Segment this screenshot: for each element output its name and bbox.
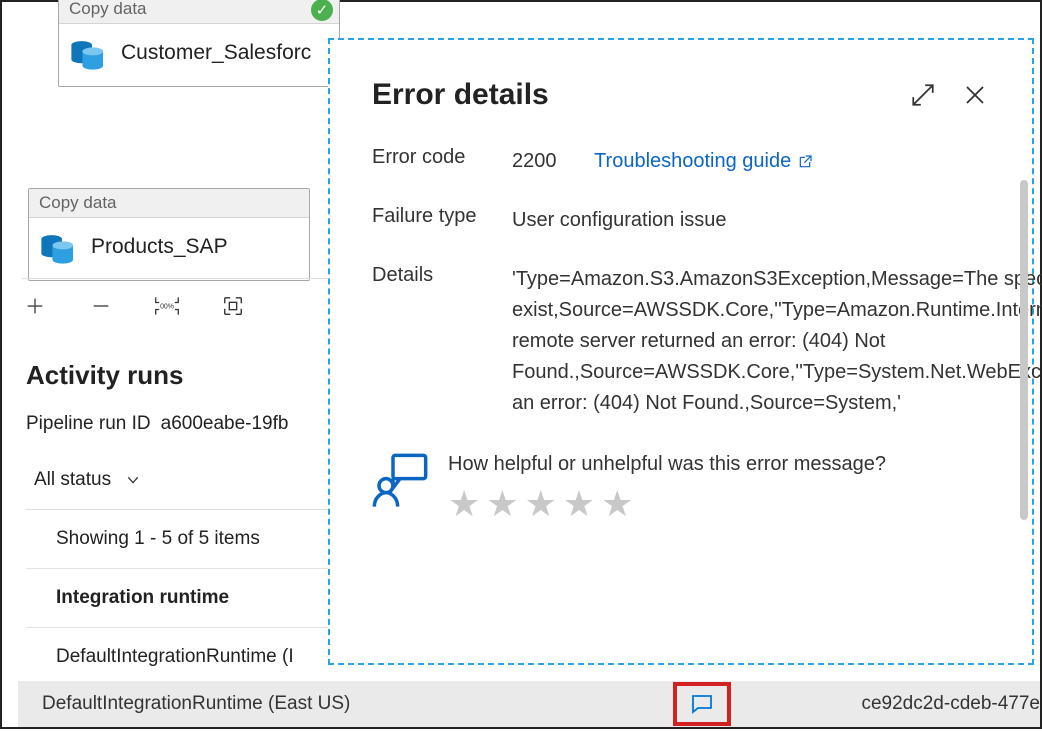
star-rating: ★ ★ ★ ★ ★	[448, 486, 886, 522]
activity-type-label: Copy data	[39, 193, 117, 212]
activity-name: Customer_Salesforc	[121, 41, 311, 65]
database-icon	[39, 228, 77, 266]
failure-type-row: Failure type User configuration issue	[372, 205, 990, 236]
activity-type-label: Copy data	[69, 0, 147, 18]
status-filter-label: All status	[34, 469, 111, 491]
activity-card-customer[interactable]: Copy data ✓ Customer_Salesforc	[58, 0, 340, 87]
fullscreen-button[interactable]	[220, 293, 246, 319]
success-icon: ✓	[311, 0, 333, 21]
results-count: Showing 1 - 5 of 5 items	[26, 510, 338, 569]
zoom-in-button[interactable]	[22, 293, 48, 319]
feedback-person-icon	[372, 453, 428, 509]
activity-runs-panel: Activity runs Pipeline run ID a600eabe-1…	[26, 360, 338, 687]
activity-header: Copy data ✓	[59, 0, 339, 24]
popup-scrollbar[interactable]	[1020, 180, 1028, 520]
failure-type-label: Failure type	[372, 205, 512, 236]
details-row: Details 'Type=Amazon.S3.AmazonS3Exceptio…	[372, 264, 990, 419]
expand-button[interactable]	[908, 80, 938, 110]
feedback-section: How helpful or unhelpful was this error …	[372, 453, 990, 522]
pipeline-run-id-row: Pipeline run ID a600eabe-19fb	[26, 413, 338, 435]
expand-icon	[910, 82, 936, 108]
canvas-toolbar: 00%	[22, 278, 332, 319]
activity-runs-title: Activity runs	[26, 360, 338, 391]
failure-type-value: User configuration issue	[512, 205, 990, 236]
activity-header: Copy data	[29, 189, 309, 218]
star-5[interactable]: ★	[601, 486, 633, 522]
error-code-value: 2200	[512, 150, 557, 172]
details-value: 'Type=Amazon.S3.AmazonS3Exception,Messag…	[512, 264, 1042, 419]
troubleshooting-guide-link[interactable]: Troubleshooting guide	[594, 146, 813, 177]
status-filter[interactable]: All status	[26, 459, 338, 510]
error-code-row: Error code 2200 Troubleshooting guide	[372, 146, 990, 177]
error-code-label: Error code	[372, 146, 512, 177]
svg-text:00%: 00%	[160, 304, 174, 311]
popup-title: Error details	[372, 78, 886, 112]
chevron-down-icon	[125, 472, 141, 488]
database-icon	[69, 34, 107, 72]
run-guid: ce92dc2d-cdeb-477e	[861, 693, 1040, 715]
error-highlight-box	[673, 682, 731, 726]
runtime-row-label: DefaultIntegrationRuntime (East US)	[42, 693, 350, 715]
external-link-icon	[797, 154, 813, 170]
star-1[interactable]: ★	[448, 486, 480, 522]
close-button[interactable]	[960, 80, 990, 110]
close-icon	[963, 83, 987, 107]
star-2[interactable]: ★	[486, 486, 518, 522]
column-header-integration-runtime[interactable]: Integration runtime	[26, 569, 338, 628]
star-4[interactable]: ★	[563, 486, 595, 522]
link-text: Troubleshooting guide	[594, 146, 791, 177]
activity-name: Products_SAP	[91, 235, 228, 259]
details-label: Details	[372, 264, 512, 419]
pipeline-run-id-value: a600eabe-19fb	[161, 413, 289, 435]
pipeline-run-id-label: Pipeline run ID	[26, 413, 151, 435]
zoom-out-button[interactable]	[88, 293, 114, 319]
activity-card-products[interactable]: Copy data Products_SAP	[28, 188, 310, 281]
feedback-prompt: How helpful or unhelpful was this error …	[448, 453, 886, 476]
runtime-row[interactable]: DefaultIntegrationRuntime (I	[26, 628, 338, 687]
zoom-reset-button[interactable]: 00%	[154, 293, 180, 319]
runtime-row-selected[interactable]: DefaultIntegrationRuntime (East US) ce92…	[18, 681, 1040, 727]
error-details-popup: Error details Error code 2200 Troublesho…	[328, 38, 1034, 665]
error-message-icon[interactable]	[690, 692, 714, 716]
star-3[interactable]: ★	[525, 486, 557, 522]
